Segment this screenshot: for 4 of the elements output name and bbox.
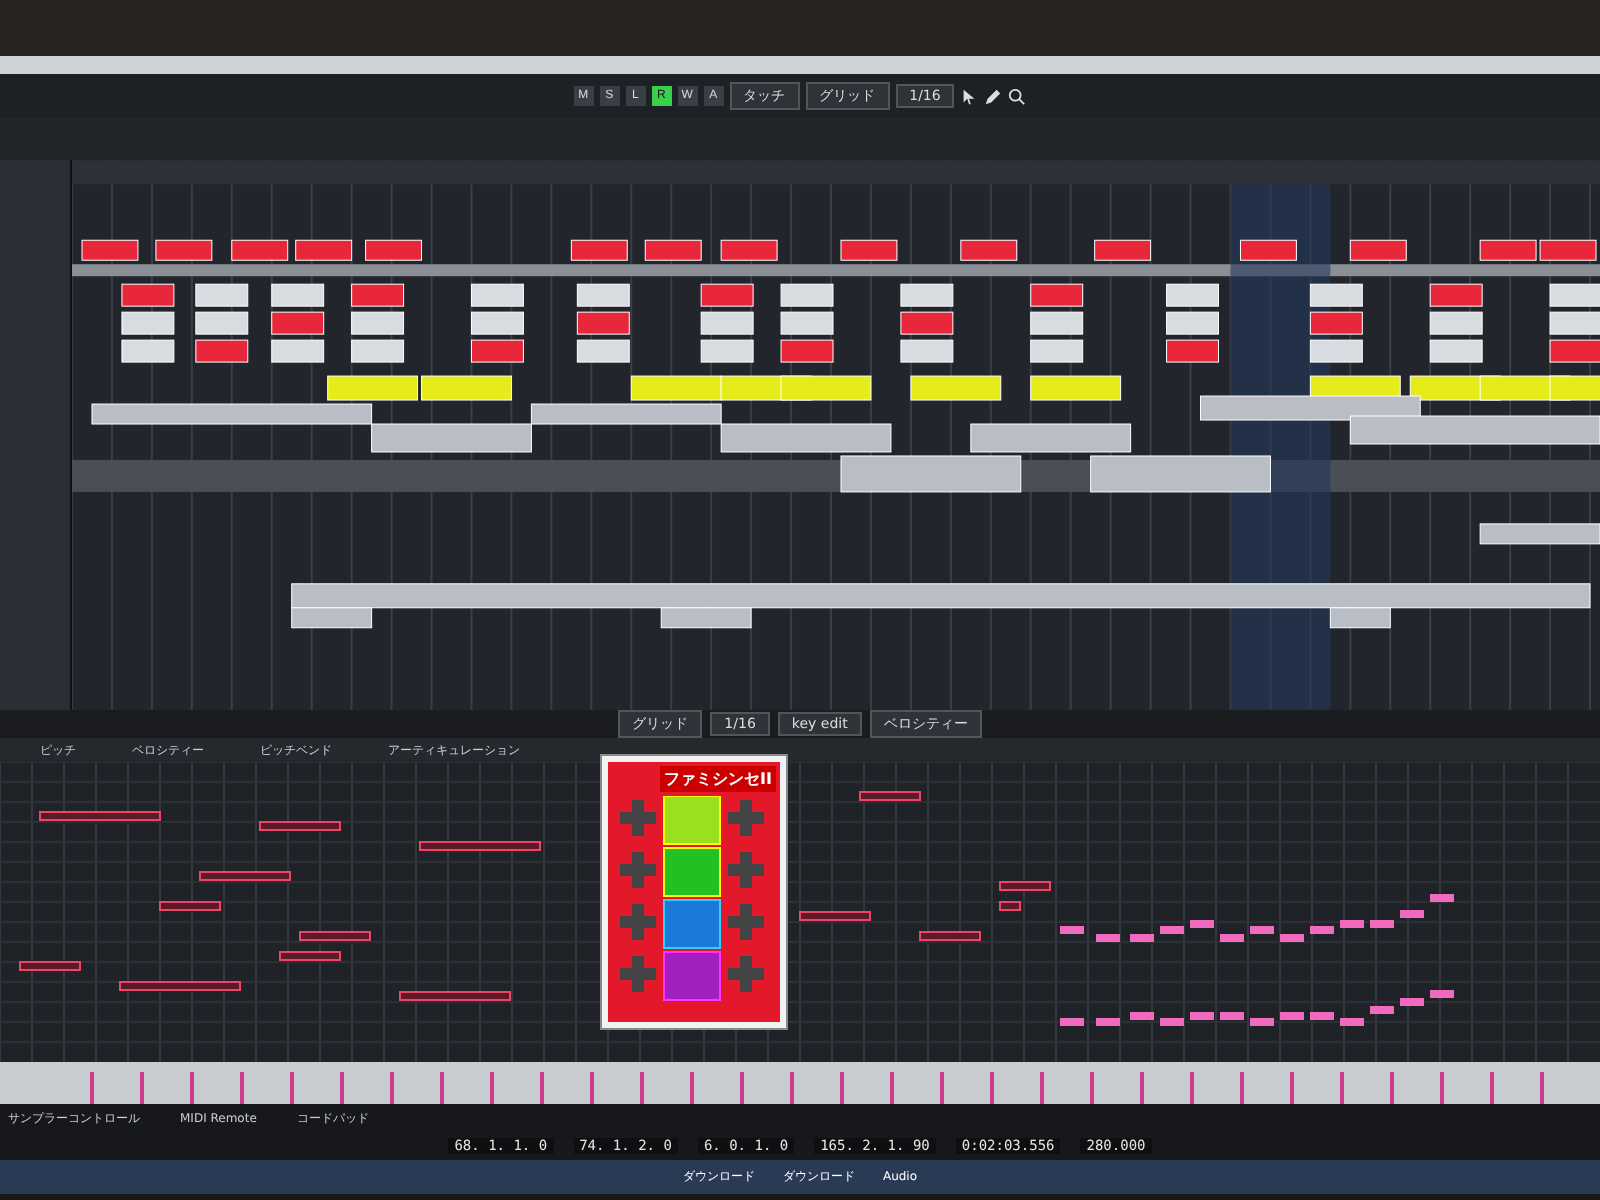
plugin-title: ファミシンセII <box>660 766 776 792</box>
pointer-icon[interactable] <box>960 87 979 105</box>
pencil-icon[interactable] <box>984 87 1003 105</box>
search-icon[interactable] <box>1008 87 1027 105</box>
